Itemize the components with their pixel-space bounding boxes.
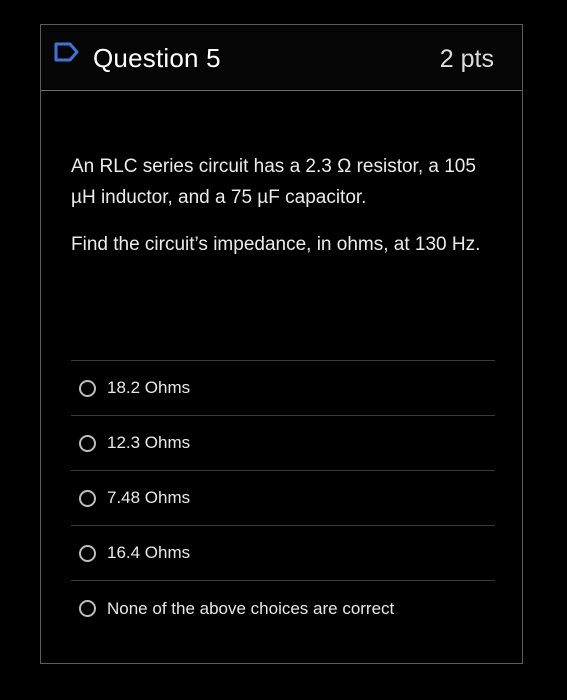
question-header: Question 5 2 pts (41, 25, 522, 91)
answer-option-1[interactable]: 18.2 Ohms (71, 361, 495, 416)
radio-button[interactable] (79, 434, 96, 452)
flag-outline-icon[interactable] (54, 42, 80, 62)
question-title: Question 5 (93, 43, 221, 73)
radio-button[interactable] (79, 544, 96, 562)
question-paragraph-2: Find the circuit’s impedance, in ohms, a… (71, 234, 481, 255)
radio-button[interactable] (79, 489, 96, 507)
quiz-page: Question 5 2 pts An RLC series circuit h… (0, 0, 567, 700)
answer-option-2[interactable]: 12.3 Ohms (71, 416, 495, 471)
answer-label: 12.3 Ohms (107, 433, 191, 452)
question-text: An RLC series circuit has a 2.3 Ω resist… (71, 151, 501, 260)
question-body: An RLC series circuit has a 2.3 Ω resist… (71, 151, 501, 276)
answer-option-4[interactable]: 16.4 Ohms (71, 526, 495, 581)
answer-label: None of the above choices are correct (107, 598, 395, 618)
answer-label: 18.2 Ohms (107, 378, 191, 397)
radio-button[interactable] (79, 600, 96, 617)
answer-list: 18.2 Ohms 12.3 Ohms 7.48 Ohms 16.4 Ohms … (71, 360, 495, 636)
question-points: 2 pts (439, 45, 494, 73)
radio-button[interactable] (79, 379, 96, 397)
answer-label: 7.48 Ohms (107, 488, 191, 507)
answer-label: 16.4 Ohms (107, 543, 191, 562)
answer-option-5[interactable]: None of the above choices are correct (71, 581, 495, 636)
answer-option-3[interactable]: 7.48 Ohms (71, 471, 495, 526)
question-paragraph-1: An RLC series circuit has a 2.3 Ω resist… (71, 156, 476, 208)
question-card: Question 5 2 pts An RLC series circuit h… (40, 24, 523, 664)
